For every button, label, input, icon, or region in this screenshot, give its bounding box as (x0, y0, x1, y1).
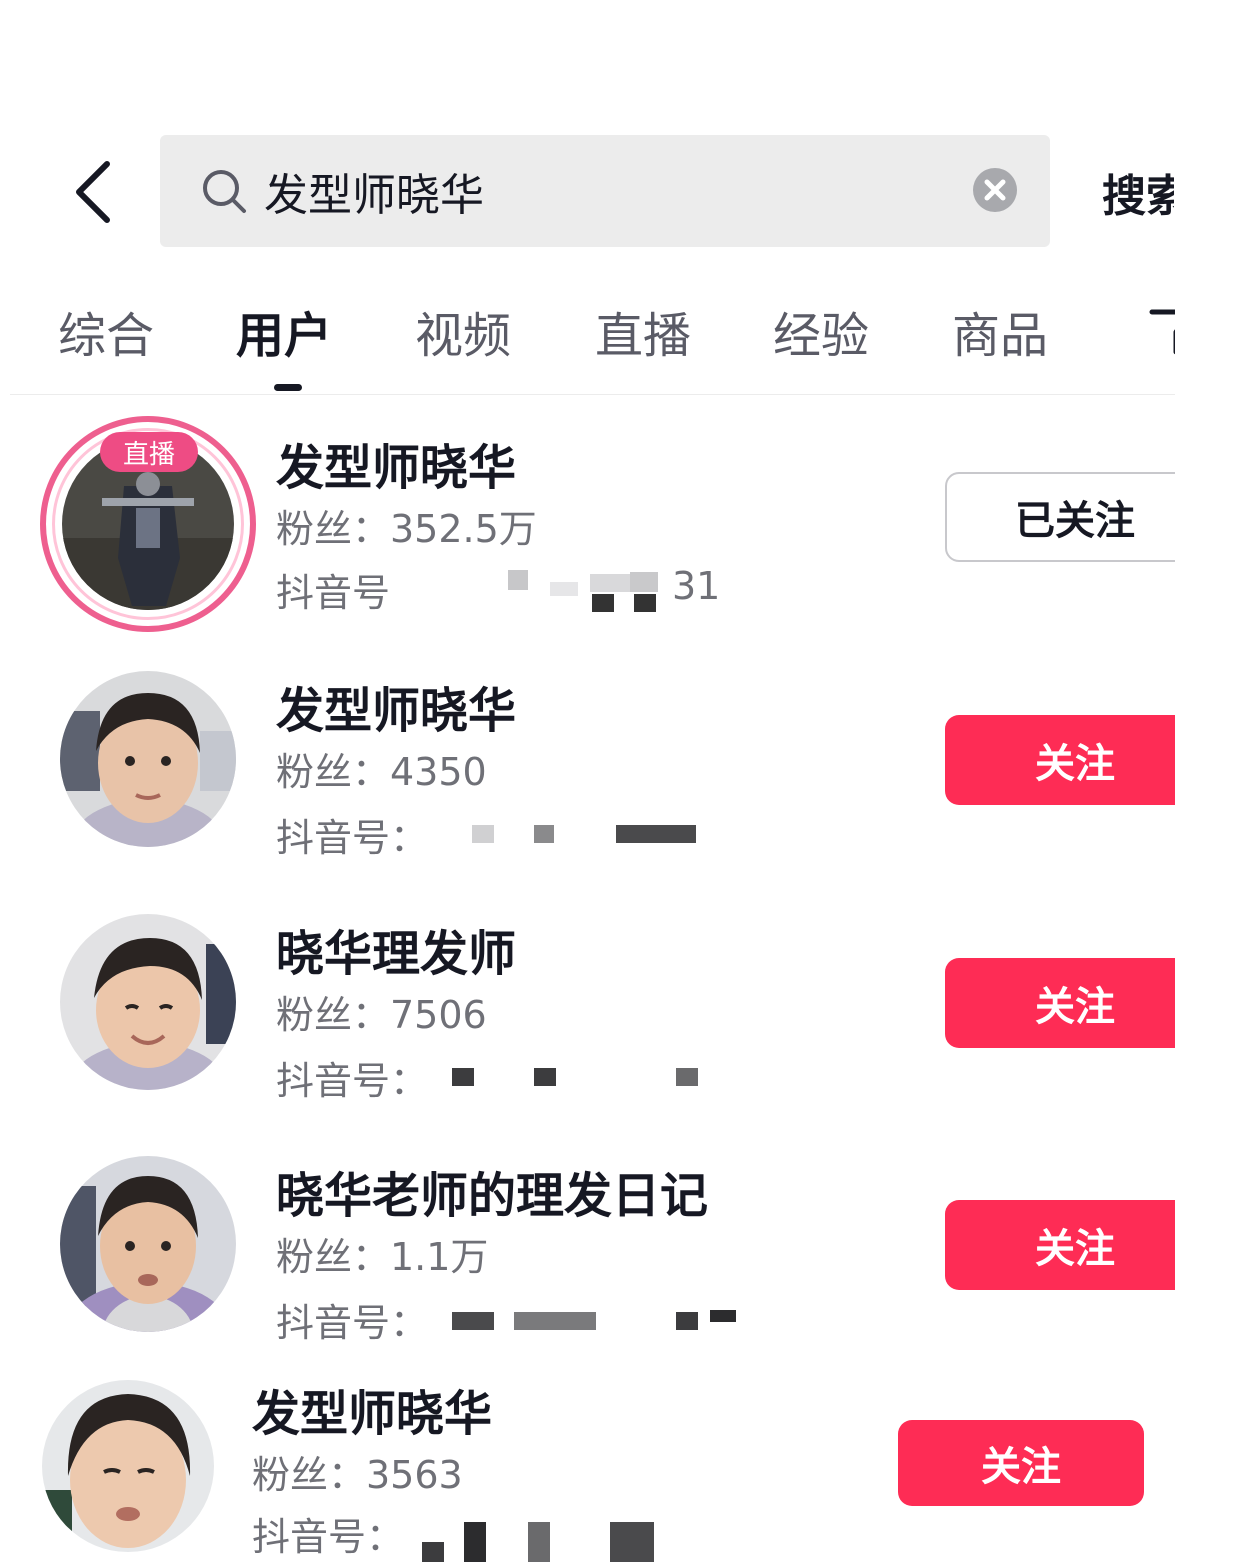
user-name: 晓华老师的理发日记 (276, 1168, 709, 1224)
tab-comprehensive[interactable]: 综合 (58, 296, 154, 368)
follow-button[interactable]: 关注 (945, 958, 1205, 1048)
tabs-divider (10, 394, 1175, 395)
douyin-id-mosaic (400, 1516, 700, 1562)
fans-count: 粉丝：3563 (252, 1453, 463, 1497)
tab-products[interactable]: 商品 (952, 296, 1048, 368)
douyin-id-visible: 31 (672, 564, 721, 608)
douyin-id-mosaic (440, 1056, 710, 1096)
douyin-id-mosaic (440, 1298, 740, 1338)
live-badge: 直播 (100, 432, 198, 472)
fans-count: 粉丝：7506 (276, 993, 487, 1037)
user-result-row[interactable]: 发型师晓华 粉丝：4350 抖音号： 关注 (0, 655, 1236, 885)
right-edge-mask (1175, 400, 1236, 1340)
search-button[interactable]: 搜索 (1102, 160, 1174, 224)
user-result-row[interactable]: 晓华老师的理发日记 粉丝：1.1万 抖音号： 关注 (0, 1140, 1236, 1370)
search-input[interactable] (264, 159, 954, 223)
douyin-id-label: 抖音号： (252, 1515, 405, 1559)
clear-icon[interactable] (972, 167, 1018, 213)
douyin-id-label: 抖音号 (276, 571, 391, 615)
avatar-image (42, 1380, 214, 1552)
category-tabs: 综合 用户 视频 直播 经验 商品 (0, 296, 1175, 396)
fans-count: 粉丝：1.1万 (276, 1235, 489, 1279)
user-result-row[interactable]: 直播 发型师晓华 粉丝：352.5万 抖音号 31 已关注 (0, 410, 1236, 640)
avatar[interactable] (60, 671, 236, 847)
user-name: 发型师晓华 (276, 440, 517, 496)
douyin-id-mosaic (440, 813, 710, 853)
follow-button[interactable]: 关注 (898, 1420, 1144, 1506)
back-button[interactable] (58, 152, 128, 232)
user-name: 发型师晓华 (252, 1386, 493, 1442)
tab-videos[interactable]: 视频 (415, 296, 511, 368)
fans-count: 粉丝：4350 (276, 750, 487, 794)
active-tab-indicator (274, 384, 302, 391)
avatar[interactable]: 直播 (40, 416, 256, 632)
chevron-left-icon (76, 161, 110, 223)
following-button[interactable]: 已关注 (945, 472, 1205, 562)
user-name: 发型师晓华 (276, 683, 517, 739)
douyin-id-mosaic (440, 560, 670, 616)
tab-experience[interactable]: 经验 (773, 296, 869, 368)
tab-live[interactable]: 直播 (595, 296, 691, 368)
avatar[interactable] (60, 914, 236, 1090)
search-bar[interactable] (160, 135, 1050, 247)
douyin-id-label: 抖音号： (276, 816, 429, 860)
avatar-image (60, 914, 236, 1090)
follow-button[interactable]: 关注 (945, 1200, 1205, 1290)
douyin-id-label: 抖音号： (276, 1059, 429, 1103)
avatar-image (60, 1156, 236, 1332)
tab-users[interactable]: 用户 (236, 296, 332, 368)
fans-count: 粉丝：352.5万 (276, 507, 537, 551)
avatar-image (60, 671, 236, 847)
search-results-screen: 搜索 综合 用户 视频 直播 经验 商品 (0, 0, 1236, 1562)
user-name: 晓华理发师 (276, 926, 517, 982)
follow-button[interactable]: 关注 (945, 715, 1205, 805)
user-result-row[interactable]: 晓华理发师 粉丝：7506 抖音号： 关注 (0, 898, 1236, 1128)
douyin-id-label: 抖音号： (276, 1301, 429, 1345)
filter-icon[interactable] (1148, 306, 1175, 356)
avatar[interactable] (42, 1380, 214, 1552)
user-result-row[interactable]: 发型师晓华 粉丝：3563 抖音号： 关注 (0, 1362, 1236, 1562)
search-icon (203, 170, 246, 213)
avatar[interactable] (60, 1156, 236, 1332)
